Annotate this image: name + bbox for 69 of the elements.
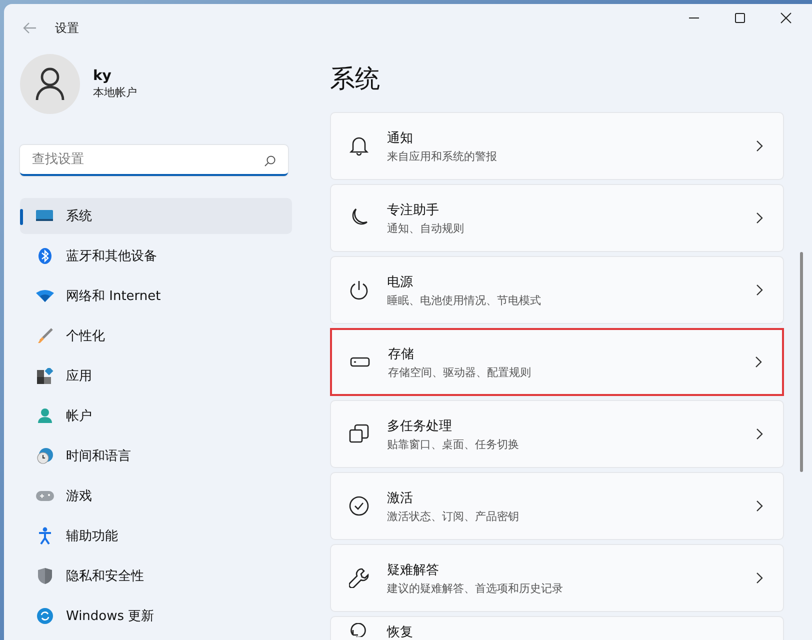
- card-description: 建议的疑难解答、首选项和历史记录: [387, 580, 564, 596]
- card-description: 通知、自动规则: [387, 220, 465, 236]
- paintbrush-icon: [36, 328, 54, 344]
- chevron-right-icon: [756, 140, 763, 152]
- restore-icon: [349, 623, 369, 637]
- close-icon[interactable]: [780, 12, 792, 24]
- page-heading: 系统: [330, 63, 381, 95]
- sidebar-item[interactable]: 时间和语言: [20, 438, 292, 474]
- globe-clock-icon: [36, 448, 54, 464]
- chevron-right-icon: [755, 356, 762, 368]
- settings-card[interactable]: 通知 来自应用和系统的警报: [330, 112, 784, 180]
- sidebar-item[interactable]: 网络和 Internet: [20, 278, 292, 314]
- card-title: 恢复: [387, 624, 414, 640]
- chevron-right-icon: [756, 428, 763, 440]
- wrench-icon: [349, 568, 369, 588]
- bell-icon: [349, 136, 369, 156]
- sidebar-item[interactable]: 帐户: [20, 398, 292, 434]
- refresh-icon: [36, 608, 54, 624]
- bluetooth-icon: [36, 248, 54, 264]
- drive-icon: [350, 357, 370, 367]
- card-title: 激活: [387, 490, 414, 506]
- card-title: 多任务处理: [387, 418, 453, 434]
- person-icon: [36, 408, 54, 424]
- settings-card[interactable]: 恢复: [330, 616, 784, 640]
- sidebar-item[interactable]: 系统: [20, 198, 292, 234]
- sidebar-item[interactable]: 辅助功能: [20, 518, 292, 554]
- card-description: 激活状态、订阅、产品密钥: [387, 508, 520, 524]
- card-description: 来自应用和系统的警报: [387, 148, 498, 164]
- window-title: 设置: [55, 20, 79, 36]
- settings-card[interactable]: 电源 睡眠、电池使用情况、节电模式: [330, 256, 784, 324]
- power-icon: [349, 280, 369, 300]
- account-type: 本地帐户: [93, 85, 137, 100]
- card-description: 睡眠、电池使用情况、节电模式: [387, 292, 542, 308]
- sidebar-item[interactable]: 隐私和安全性: [20, 558, 292, 594]
- card-description: 贴靠窗口、桌面、任务切换: [387, 436, 520, 452]
- wifi-icon: [36, 290, 54, 302]
- search-field[interactable]: 查找设置: [20, 145, 288, 176]
- sidebar-item[interactable]: Windows 更新: [20, 598, 292, 634]
- card-title: 存储: [388, 346, 415, 362]
- card-title: 通知: [387, 130, 414, 146]
- card-description: 存储空间、驱动器、配置规则: [388, 364, 532, 380]
- card-title: 疑难解答: [387, 562, 440, 578]
- gamepad-icon: [36, 490, 54, 502]
- card-title: 电源: [387, 274, 414, 290]
- chevron-right-icon: [756, 500, 763, 512]
- chevron-right-icon: [756, 212, 763, 224]
- settings-card[interactable]: 存储 存储空间、驱动器、配置规则: [330, 328, 784, 396]
- chevron-right-icon: [756, 572, 763, 584]
- check-circle-icon: [349, 496, 369, 516]
- sidebar-item[interactable]: 应用: [20, 358, 292, 394]
- settings-card[interactable]: 多任务处理 贴靠窗口、桌面、任务切换: [330, 400, 784, 468]
- sidebar-item[interactable]: 蓝牙和其他设备: [20, 238, 292, 274]
- apps-icon: [36, 368, 54, 384]
- card-title: 专注助手: [387, 202, 440, 218]
- shield-icon: [36, 568, 54, 584]
- monitor-icon: [36, 209, 54, 223]
- scrollbar[interactable]: [800, 252, 803, 472]
- selection-indicator: [20, 209, 23, 225]
- sidebar-item[interactable]: 游戏: [20, 478, 292, 514]
- overlapping-windows-icon: [349, 424, 369, 444]
- search-icon[interactable]: [264, 155, 276, 167]
- maximize-icon[interactable]: [734, 12, 746, 24]
- sidebar-item[interactable]: 个性化: [20, 318, 292, 354]
- settings-card[interactable]: 激活 激活状态、订阅、产品密钥: [330, 472, 784, 540]
- account-name: ky: [93, 68, 112, 84]
- chevron-right-icon: [756, 284, 763, 296]
- settings-card[interactable]: 专注助手 通知、自动规则: [330, 184, 784, 252]
- settings-card[interactable]: 疑难解答 建议的疑难解答、首选项和历史记录: [330, 544, 784, 612]
- accessibility-icon: [36, 527, 54, 545]
